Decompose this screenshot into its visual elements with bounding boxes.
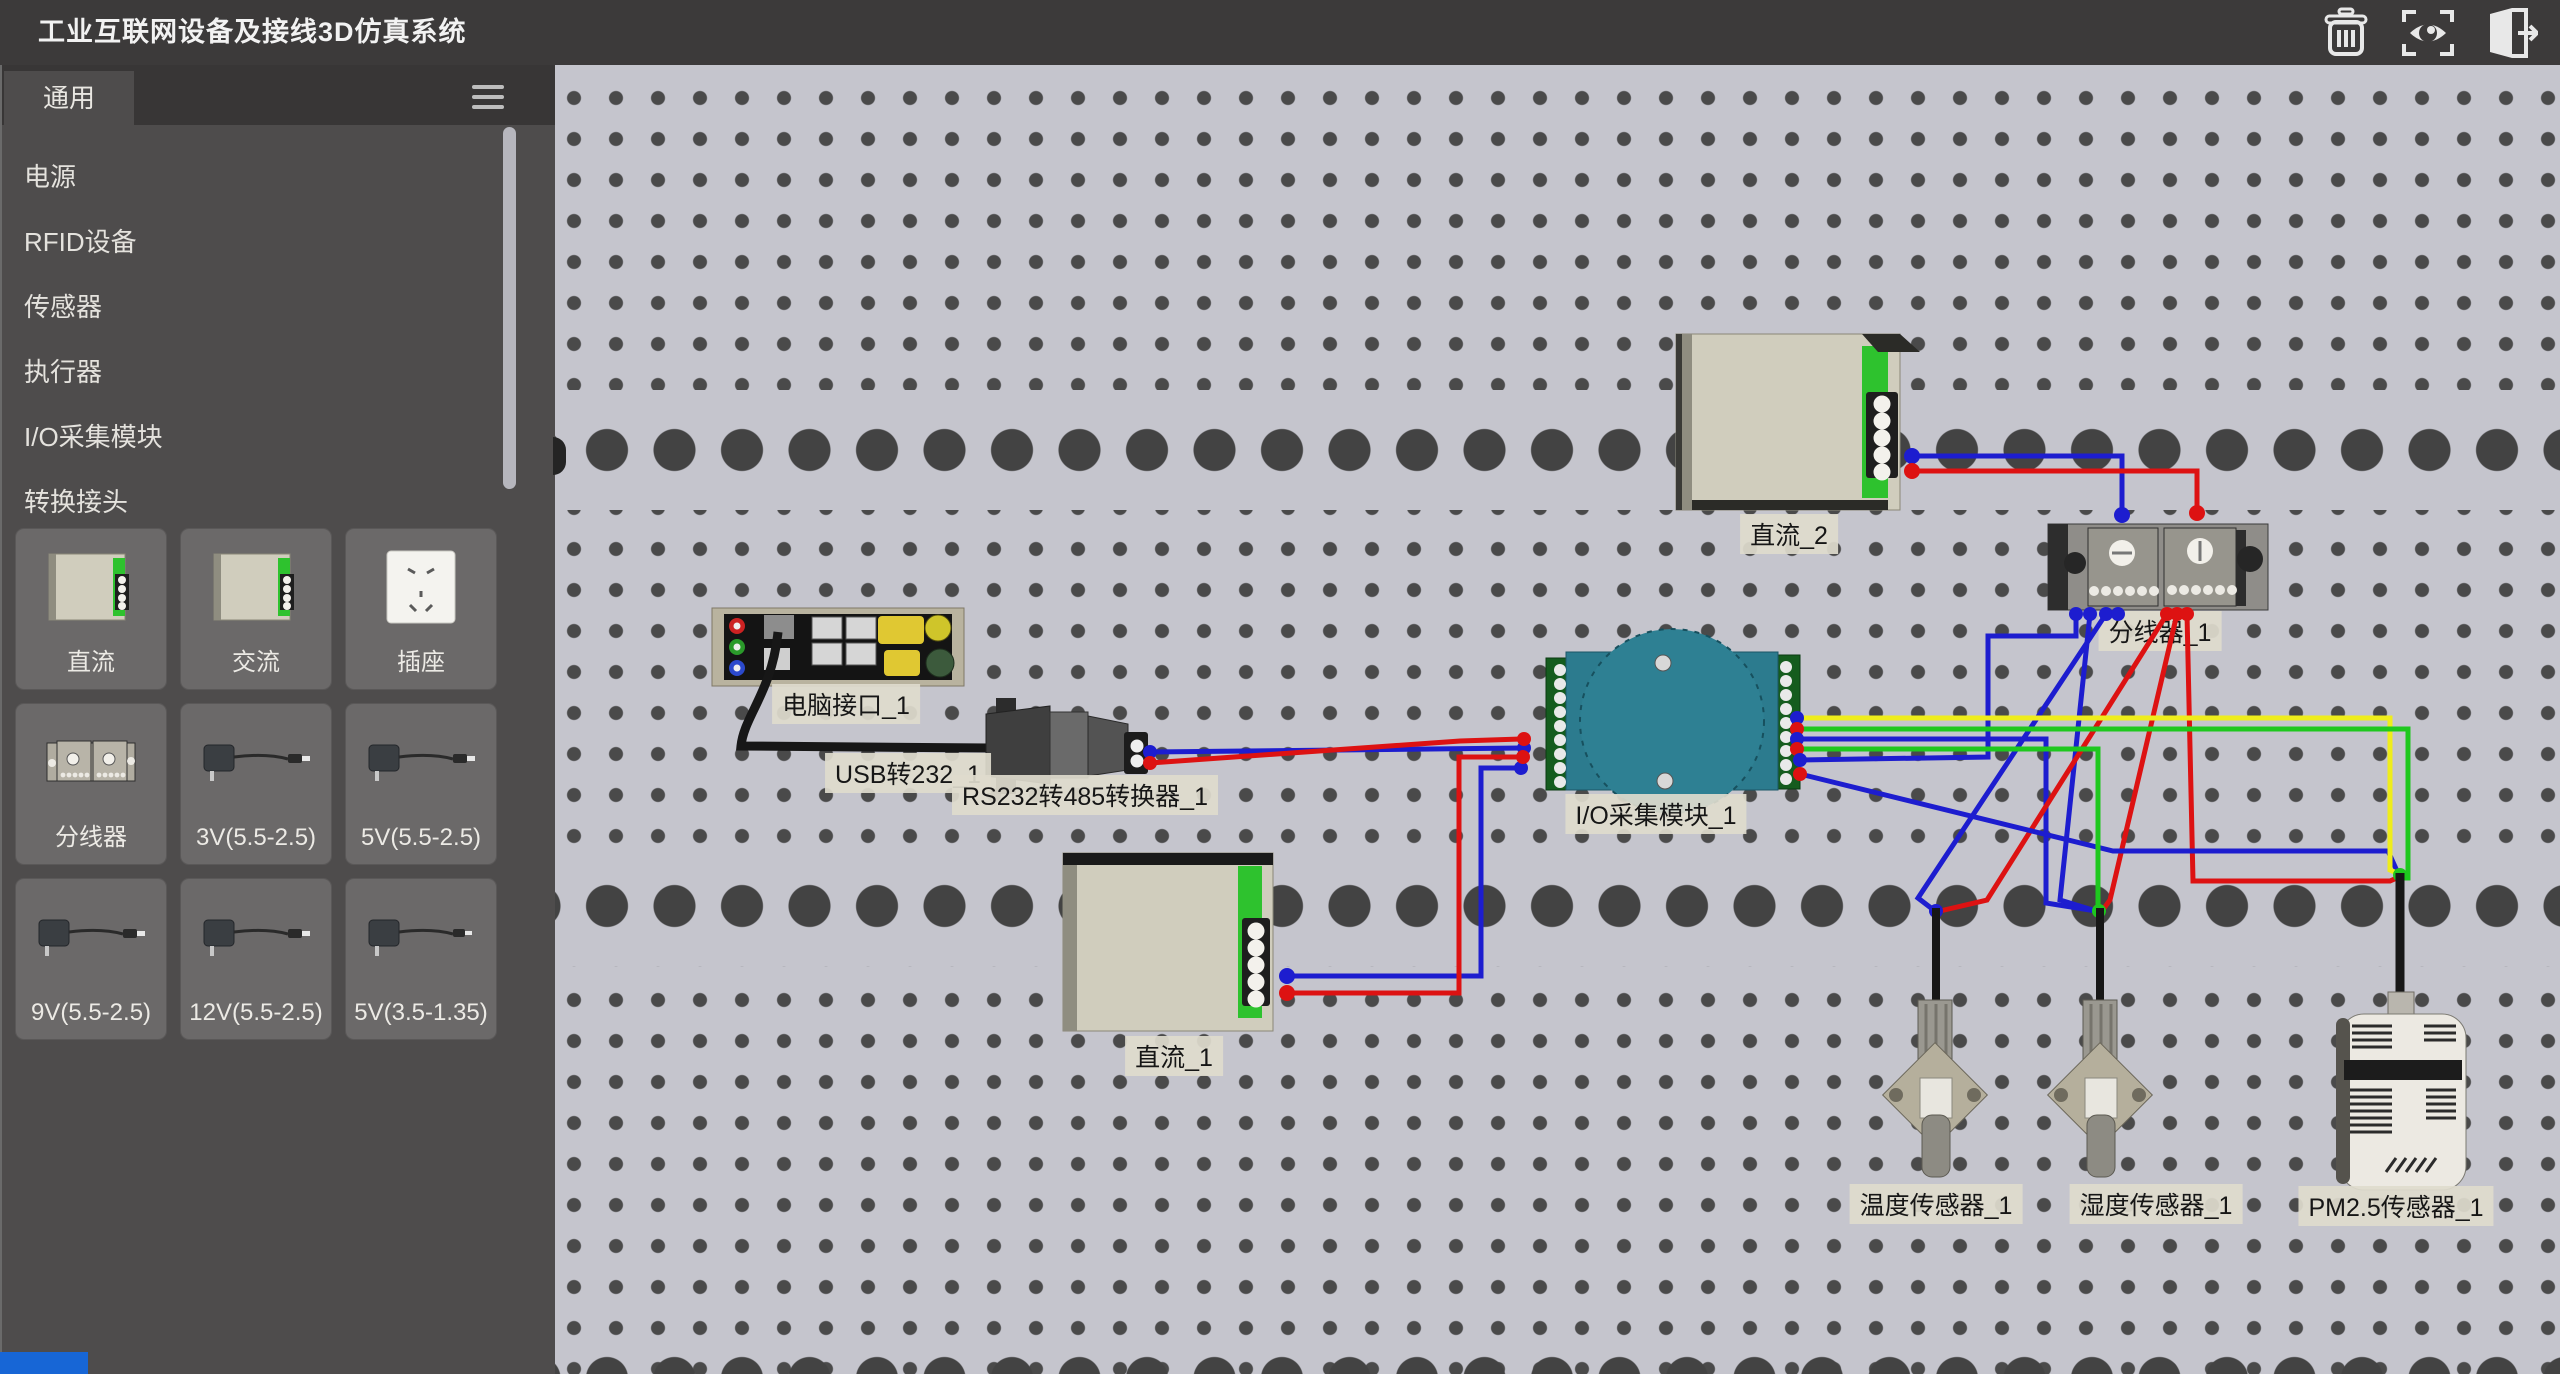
component-card-label: 交流 (181, 642, 331, 677)
menu-item-actuator[interactable]: 执行器 (24, 340, 444, 405)
dc-power-box-icon (16, 539, 166, 634)
adapter-icon (346, 714, 496, 809)
component-card-ac[interactable]: 交流 (180, 528, 332, 690)
device-label: 湿度传感器_1 (2070, 1184, 2243, 1224)
component-card-label: 5V(3.5-1.35) (346, 999, 496, 1027)
device-splitter-1[interactable] (2048, 524, 2268, 610)
device-dc-power-2[interactable] (1676, 334, 1920, 510)
component-grid: 直流 交流 (15, 528, 505, 1040)
device-pm25-sensor-1[interactable] (2336, 873, 2466, 1190)
menu-item-adapter[interactable]: 转换接头 (24, 470, 444, 535)
device-label: I/O采集模块_1 (1565, 794, 1746, 834)
wire-blue[interactable] (1918, 614, 2106, 911)
device-dc-power-1[interactable] (1063, 853, 1273, 1031)
device-pc-interface-1[interactable] (712, 608, 964, 686)
component-card-adapter-5v[interactable]: 5V(5.5-2.5) (345, 703, 497, 865)
component-card-adapter-3v[interactable]: 3V(5.5-2.5) (180, 703, 332, 865)
title-bar: 工业互联网设备及接线3D仿真系统 (0, 0, 2560, 65)
wire-blue[interactable] (1287, 768, 1519, 976)
category-menu: 电源 RFID设备 传感器 执行器 I/O采集模块 转换接头 (24, 145, 444, 535)
device-temp-sensor-1[interactable] (1883, 908, 1988, 1177)
wire-red[interactable] (1940, 614, 2167, 911)
wire-red[interactable] (1912, 471, 2197, 512)
menu-item-power[interactable]: 电源 (24, 145, 444, 210)
menu-item-rfid[interactable]: RFID设备 (24, 210, 444, 275)
app-title: 工业互联网设备及接线3D仿真系统 (38, 0, 467, 65)
device-label: 直流_1 (1125, 1036, 1223, 1076)
exit-icon[interactable] (2482, 6, 2538, 60)
wire-blue[interactable] (1912, 456, 2122, 514)
wire-red[interactable] (1287, 757, 1521, 993)
device-label: 温度传感器_1 (1850, 1184, 2023, 1224)
adapter-icon (16, 889, 166, 984)
component-card-splitter[interactable]: 分线器 (15, 703, 167, 865)
adapter-icon (181, 889, 331, 984)
component-card-dc[interactable]: 直流 (15, 528, 167, 690)
component-card-label: 直流 (16, 642, 166, 677)
menu-item-sensor[interactable]: 传感器 (24, 275, 444, 340)
ac-power-box-icon (181, 539, 331, 634)
device-label: 直流_2 (1740, 514, 1838, 554)
bottom-left-accent (0, 1352, 88, 1374)
device-label: RS232转485转换器_1 (952, 775, 1218, 815)
component-card-label: 3V(5.5-2.5) (181, 824, 331, 852)
component-card-adapter-12v[interactable]: 12V(5.5-2.5) (180, 878, 332, 1040)
wire-green[interactable] (1797, 749, 2098, 908)
device-label: PM2.5传感器_1 (2298, 1186, 2493, 1226)
component-card-adapter-5v-135[interactable]: 5V(3.5-1.35) (345, 878, 497, 1040)
adapter-icon (181, 714, 331, 809)
component-card-label: 12V(5.5-2.5) (181, 999, 331, 1027)
component-card-label: 9V(5.5-2.5) (16, 999, 166, 1027)
trash-icon[interactable] (2318, 6, 2374, 60)
component-card-label: 5V(5.5-2.5) (346, 824, 496, 852)
component-card-label: 插座 (346, 642, 496, 677)
sidebar-tab-row: 通用 (2, 65, 555, 125)
menu-icon[interactable] (472, 85, 504, 111)
wire-blue[interactable] (1800, 739, 2096, 911)
view-icon[interactable] (2400, 6, 2456, 60)
wire-red[interactable] (2187, 614, 2399, 881)
device-label: 电脑接口_1 (772, 684, 920, 724)
sidebar-scrollbar[interactable] (503, 127, 516, 489)
device-humidity-sensor-1[interactable] (2048, 908, 2153, 1177)
component-card-label: 分线器 (16, 817, 166, 852)
component-card-socket[interactable]: 插座 (345, 528, 497, 690)
splitter-icon (16, 714, 166, 809)
menu-item-io-module[interactable]: I/O采集模块 (24, 405, 444, 470)
adapter-icon (346, 889, 496, 984)
device-io-module-1[interactable] (1546, 629, 1800, 813)
tab-general[interactable]: 通用 (4, 71, 134, 125)
app-window: 直流_2 电脑接口_1 USB转232_1 RS232转485转换器_1 I/O… (0, 0, 2560, 1374)
component-sidebar: 通用 电源 RFID设备 传感器 执行器 I/O采集模块 转换接头 (0, 65, 555, 1374)
socket-icon (346, 539, 496, 634)
component-card-adapter-9v[interactable]: 9V(5.5-2.5) (15, 878, 167, 1040)
